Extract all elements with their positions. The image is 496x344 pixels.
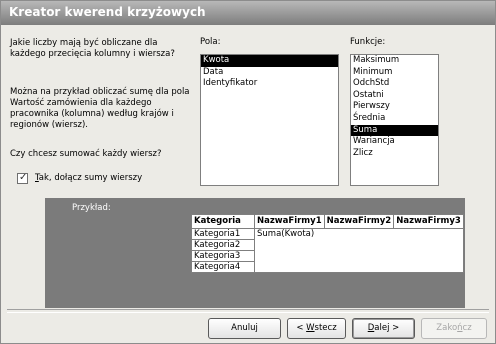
checkbox-label-rest: ak, dołącz sumy wierszy	[38, 173, 143, 183]
crosstab-wizard-window: Kreator kwerend krzyżowych Jakie liczby …	[0, 0, 496, 344]
example-explanation: Można na przykład obliczać sumę dla pola…	[10, 87, 190, 130]
title-bar: Kreator kwerend krzyżowych	[1, 1, 495, 25]
cancel-button[interactable]: Anuluj	[208, 318, 281, 339]
example-table: Kategoria NazwaFirmy1 NazwaFirmy2 NazwaFirm…	[191, 214, 464, 273]
example-header-row: Kategoria NazwaFirmy1 NazwaFirmy2 NazwaFirm…	[191, 214, 464, 229]
finish-button[interactable]: Zakończ	[421, 318, 487, 339]
function-item-1[interactable]: Minimum	[351, 67, 438, 79]
fields-label: Pola:	[200, 37, 221, 47]
function-item-2[interactable]: OdchStd	[351, 78, 438, 90]
divider	[7, 309, 489, 313]
function-item-6[interactable]: Suma	[351, 124, 438, 137]
example-panel: Przykład: Kategoria NazwaFirmy1 NazwaFirmy…	[45, 198, 465, 308]
functions-label: Funkcje:	[350, 37, 386, 47]
checkmark-icon: ✓	[19, 172, 28, 183]
example-row-label: Kategoria4	[191, 261, 255, 273]
calculation-question: Jakie liczby mają być obliczane dla każd…	[10, 38, 175, 59]
example-row-label: Kategoria3	[191, 250, 255, 262]
function-item-7[interactable]: Wariancja	[351, 136, 438, 148]
window-title: Kreator kwerend krzyżowych	[9, 5, 206, 19]
example-row-label: Kategoria1	[191, 228, 255, 240]
function-item-0[interactable]: Maksimum	[351, 55, 438, 67]
field-item-0[interactable]: Kwota	[201, 55, 338, 67]
example-header-cell: Kategoria	[191, 214, 255, 229]
back-button[interactable]: < Wstecz	[287, 318, 346, 339]
field-item-1[interactable]: Data	[201, 67, 338, 79]
function-item-8[interactable]: Zlicz	[351, 148, 438, 160]
example-header-cell: NazwaFirmy2	[323, 214, 395, 229]
example-row: Kategoria1 Suma(Kwota)	[191, 228, 464, 273]
field-item-2[interactable]: Identyfikator	[201, 78, 338, 90]
example-header-cell: NazwaFirmy1	[254, 214, 325, 229]
example-row-label: Kategoria2	[191, 239, 255, 251]
row-sum-question: Czy chcesz sumować każdy wiersz?	[10, 149, 162, 159]
function-item-3[interactable]: Ostatni	[351, 90, 438, 102]
row-sums-checkbox-label[interactable]: Tak, dołącz sumy wierszy	[35, 173, 142, 184]
function-item-4[interactable]: Pierwszy	[351, 101, 438, 113]
next-button[interactable]: Dalej >	[352, 318, 415, 339]
example-caption: Przykład:	[72, 203, 111, 213]
function-item-5[interactable]: Średnia	[351, 113, 438, 125]
example-value-cell: Suma(Kwota)	[254, 228, 464, 273]
example-header-cell: NazwaFirmy3	[393, 214, 464, 229]
functions-listbox[interactable]: Maksimum Minimum OdchStd Ostatni Pierwszy Śre…	[350, 54, 439, 186]
row-sums-checkbox[interactable]: ✓	[17, 172, 28, 184]
fields-listbox[interactable]: Kwota Data Identyfikator	[200, 54, 339, 186]
